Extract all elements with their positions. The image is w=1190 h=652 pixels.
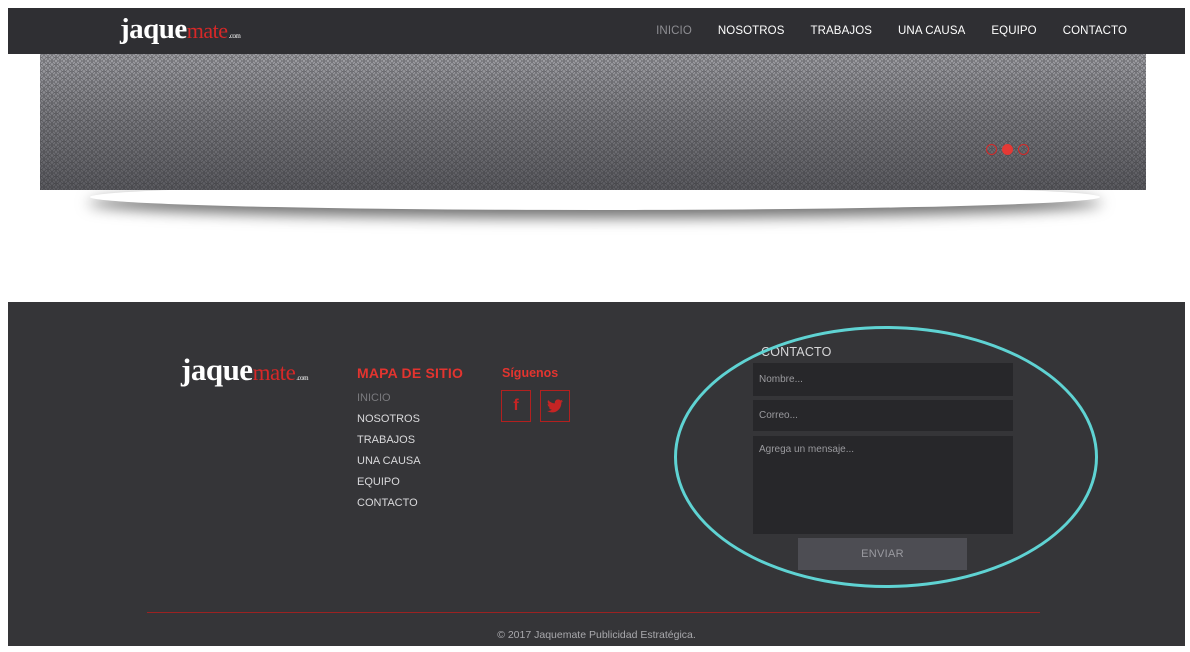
logo-main-text: jaque <box>120 13 187 45</box>
copyright-text: © 2017 Jaquemate Publicidad Estratégica. <box>497 629 696 641</box>
sitemap-item-una-causa[interactable]: UNA CAUSA <box>357 451 421 472</box>
footer-logo-suffix-text: .com <box>296 374 309 382</box>
send-button[interactable]: ENVIAR <box>798 538 967 570</box>
email-field[interactable] <box>753 400 1013 431</box>
sitemap-item-equipo[interactable]: EQUIPO <box>357 472 421 493</box>
hero-slider <box>40 54 1146 190</box>
nav-item-nosotros[interactable]: NOSOTROS <box>718 25 785 37</box>
name-field[interactable] <box>753 363 1013 396</box>
main-menu: INICIO NOSOTROS TRABAJOS UNA CAUSA EQUIP… <box>630 8 1127 54</box>
nav-item-trabajos[interactable]: TRABAJOS <box>811 25 873 37</box>
nav-item-contacto[interactable]: CONTACTO <box>1063 25 1127 37</box>
footer-logo-main-text: jaque <box>181 352 253 387</box>
footer-logo[interactable]: jaque mate .com <box>181 352 309 388</box>
facebook-icon: f <box>513 397 519 414</box>
sitemap-title: MAPA DE SITIO <box>357 365 464 381</box>
sitemap-list: INICIO NOSOTROS TRABAJOS UNA CAUSA EQUIP… <box>357 388 421 514</box>
twitter-icon <box>547 399 563 413</box>
slider-dots <box>986 144 1029 155</box>
nav-item-equipo[interactable]: EQUIPO <box>991 25 1036 37</box>
contact-title: CONTACTO <box>761 345 832 359</box>
footer-logo-accent-text: mate <box>252 360 296 385</box>
brand-logo[interactable]: jaque mate .com <box>120 13 241 46</box>
nav-item-inicio[interactable]: INICIO <box>656 25 692 37</box>
footer-divider <box>147 612 1040 613</box>
sitemap-item-trabajos[interactable]: TRABAJOS <box>357 430 421 451</box>
nav-item-una-causa[interactable]: UNA CAUSA <box>898 25 965 37</box>
sitemap-item-nosotros[interactable]: NOSOTROS <box>357 409 421 430</box>
follow-title: Síguenos <box>502 366 559 380</box>
site-footer: jaque mate .com MAPA DE SITIO INICIO NOS… <box>8 302 1185 646</box>
facebook-button[interactable]: f <box>501 390 531 422</box>
top-navbar: jaque mate .com INICIO NOSOTROS TRABAJOS… <box>8 8 1185 54</box>
slider-dot-1[interactable] <box>986 144 997 155</box>
slider-dot-2[interactable] <box>1002 144 1013 155</box>
message-field[interactable] <box>753 436 1013 534</box>
logo-suffix-text: .com <box>228 32 241 40</box>
slider-dot-3[interactable] <box>1018 144 1029 155</box>
sitemap-item-inicio[interactable]: INICIO <box>357 388 421 409</box>
twitter-button[interactable] <box>540 390 570 422</box>
sitemap-item-contacto[interactable]: CONTACTO <box>357 493 421 514</box>
logo-accent-text: mate <box>186 18 228 43</box>
